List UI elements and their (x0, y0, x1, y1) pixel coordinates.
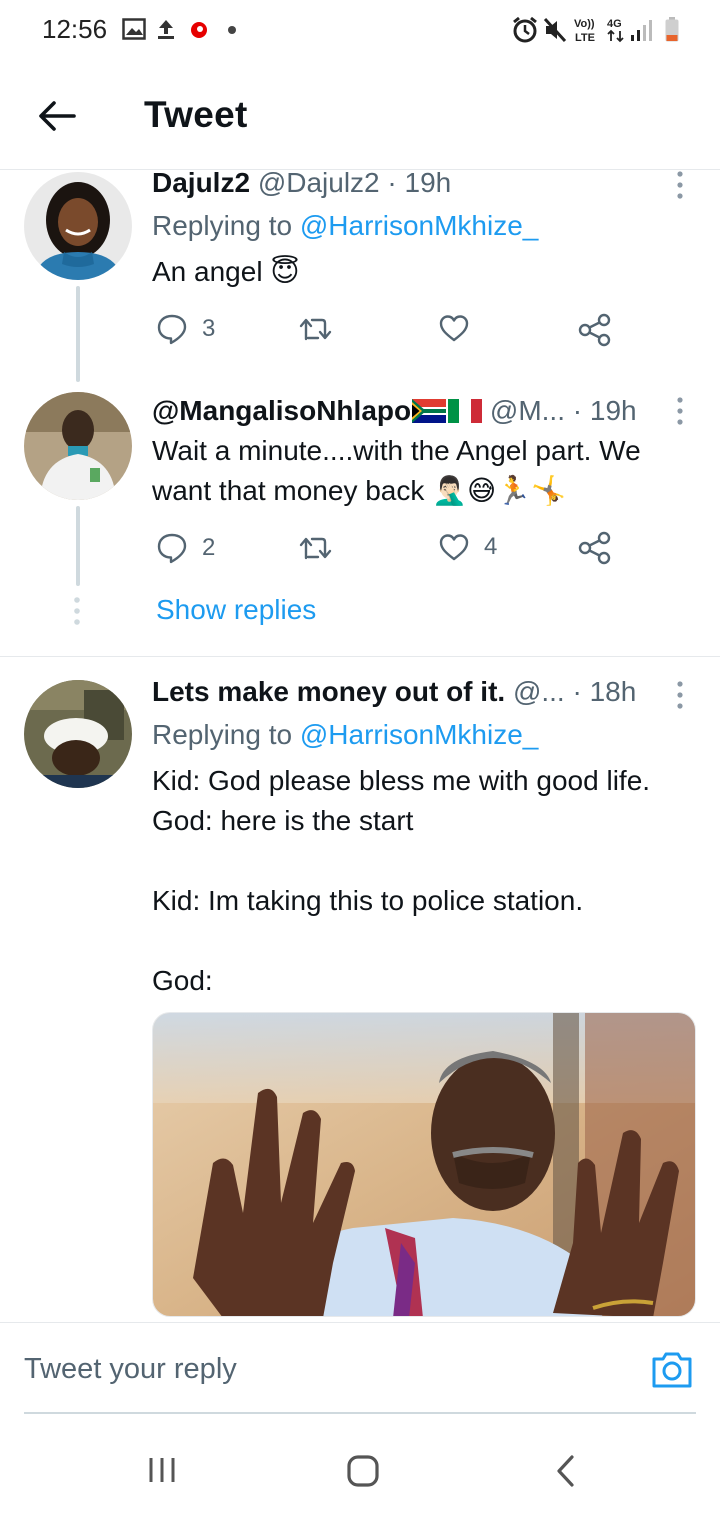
alarm-icon (513, 16, 537, 43)
tweet-text-line (152, 921, 712, 961)
tweet-media-image[interactable] (152, 1012, 696, 1317)
mute-icon (543, 17, 567, 43)
user-handle: @Dajulz2 (257, 167, 380, 198)
more-vertical-icon[interactable] (675, 170, 685, 200)
retweet-icon (299, 318, 332, 341)
thread-line (76, 286, 80, 382)
retweet-icon (299, 537, 332, 560)
running-emoji: 🏃 (496, 475, 532, 506)
halo-emoji: 😇 (270, 256, 300, 287)
svg-text:4G: 4G (607, 18, 622, 30)
svg-text:Vo)): Vo)) (574, 18, 595, 30)
avatar[interactable] (24, 392, 132, 500)
volte-icon: Vo)) LTE (574, 18, 595, 44)
photo-icon (153, 1013, 695, 1316)
signal-icon (631, 20, 652, 41)
dot-icon (228, 26, 236, 34)
replying-to-label: Replying to (152, 719, 293, 750)
display-name[interactable]: @MangalisoNhlapo (152, 395, 411, 426)
replying-to-handle[interactable]: @HarrisonMkhize_ (300, 719, 539, 750)
south-africa-flag-icon (412, 399, 447, 423)
cartwheel-emoji: 🤸 (531, 475, 566, 506)
more-vertical-icon[interactable] (675, 680, 685, 710)
retweet-button[interactable] (298, 532, 332, 564)
tweet-meta: Dajulz2 @Dajulz2 · 19h (152, 167, 451, 199)
tweet-text-line (152, 841, 712, 881)
tweet-text-line-with-emoji: want that money back 🤦🏻‍♂️😅🏃🤸 (152, 471, 712, 511)
share-button[interactable] (578, 531, 612, 565)
show-replies-link[interactable]: Show replies (156, 594, 316, 626)
user-handle: @M... (489, 395, 565, 426)
avatar[interactable] (24, 680, 132, 788)
reply-icon (157, 314, 187, 345)
like-button[interactable] (438, 313, 470, 343)
reply-icon (157, 533, 187, 564)
heart-icon (439, 534, 469, 561)
replying-to-label: Replying to (152, 210, 293, 241)
arrow-left-icon[interactable] (34, 94, 78, 138)
avatar[interactable] (24, 172, 132, 280)
reply-underline (24, 1412, 696, 1414)
more-vertical-icon[interactable] (675, 396, 685, 426)
reply-count: 2 (202, 534, 216, 561)
tweet-text-content: An angel (152, 256, 263, 287)
like-count: 4 (484, 533, 498, 560)
share-button[interactable] (578, 313, 612, 347)
reply-count: 3 (202, 315, 216, 342)
like-button[interactable]: 4 (438, 532, 497, 562)
italy-flag-icon (448, 399, 483, 423)
app-header: Tweet (0, 62, 720, 170)
tweet-text-line: God: (152, 965, 213, 996)
display-name[interactable]: Lets make money out of it. (152, 676, 505, 707)
replying-to: Replying to @HarrisonMkhize_ (152, 719, 538, 751)
recents-icon[interactable] (146, 1454, 178, 1486)
system-nav-bar (0, 1420, 720, 1520)
4g-icon: 4G (607, 18, 624, 43)
page-title: Tweet (144, 94, 248, 135)
sweat-smile-emoji: 😅 (467, 475, 497, 506)
replying-to: Replying to @HarrisonMkhize_ (152, 210, 538, 242)
tweet-text: Kid: God please bless me with good life.… (152, 761, 712, 1001)
thread-dots-icon (74, 597, 80, 625)
vodafone-icon (191, 22, 207, 38)
divider (0, 656, 720, 657)
svg-text:LTE: LTE (575, 32, 595, 44)
tweet-time: · 18h (572, 676, 637, 707)
tweet-time: · 19h (387, 167, 452, 198)
facepalm-emoji: 🤦🏻‍♂️ (432, 475, 468, 506)
upload-icon (158, 20, 174, 39)
tweet-text-line: Wait a minute....with the Angel part. We (152, 435, 641, 466)
tweet-text-line: Kid: God please bless me with good life. (152, 765, 651, 796)
gallery-icon (122, 18, 146, 40)
battery-icon (665, 17, 679, 42)
tweet-text-line: Kid: Im taking this to police station. (152, 885, 584, 916)
share-icon (578, 313, 611, 347)
share-icon (578, 531, 611, 565)
heart-icon (439, 315, 469, 342)
user-handle: @... (512, 676, 565, 707)
tweet-meta: Lets make money out of it. @... · 18h (152, 676, 636, 708)
camera-icon[interactable] (650, 1349, 694, 1389)
back-chevron-icon[interactable] (554, 1454, 578, 1488)
tweet-meta: @MangalisoNhlapo @M... · 19h (152, 395, 637, 427)
reply-button[interactable]: 2 (156, 532, 215, 564)
reply-composer (0, 1322, 720, 1414)
reply-button[interactable]: 3 (156, 313, 215, 345)
tweet-text-line: want that money back (152, 475, 425, 506)
display-name[interactable]: Dajulz2 (152, 167, 250, 198)
tweet-text-line: God: here is the start (152, 805, 414, 836)
status-time: 12:56 (42, 14, 108, 44)
replying-to-handle[interactable]: @HarrisonMkhize_ (300, 210, 539, 241)
retweet-button[interactable] (298, 313, 332, 345)
tweet-time: · 19h (572, 395, 637, 426)
thread-line (76, 506, 80, 586)
tweet-text: An angel 😇 (152, 252, 300, 292)
tweet-text: Wait a minute....with the Angel part. We… (152, 431, 712, 511)
status-bar: 12:56 Vo)) LTE 4G (0, 0, 720, 62)
home-icon[interactable] (346, 1454, 380, 1488)
reply-input[interactable] (24, 1353, 584, 1386)
